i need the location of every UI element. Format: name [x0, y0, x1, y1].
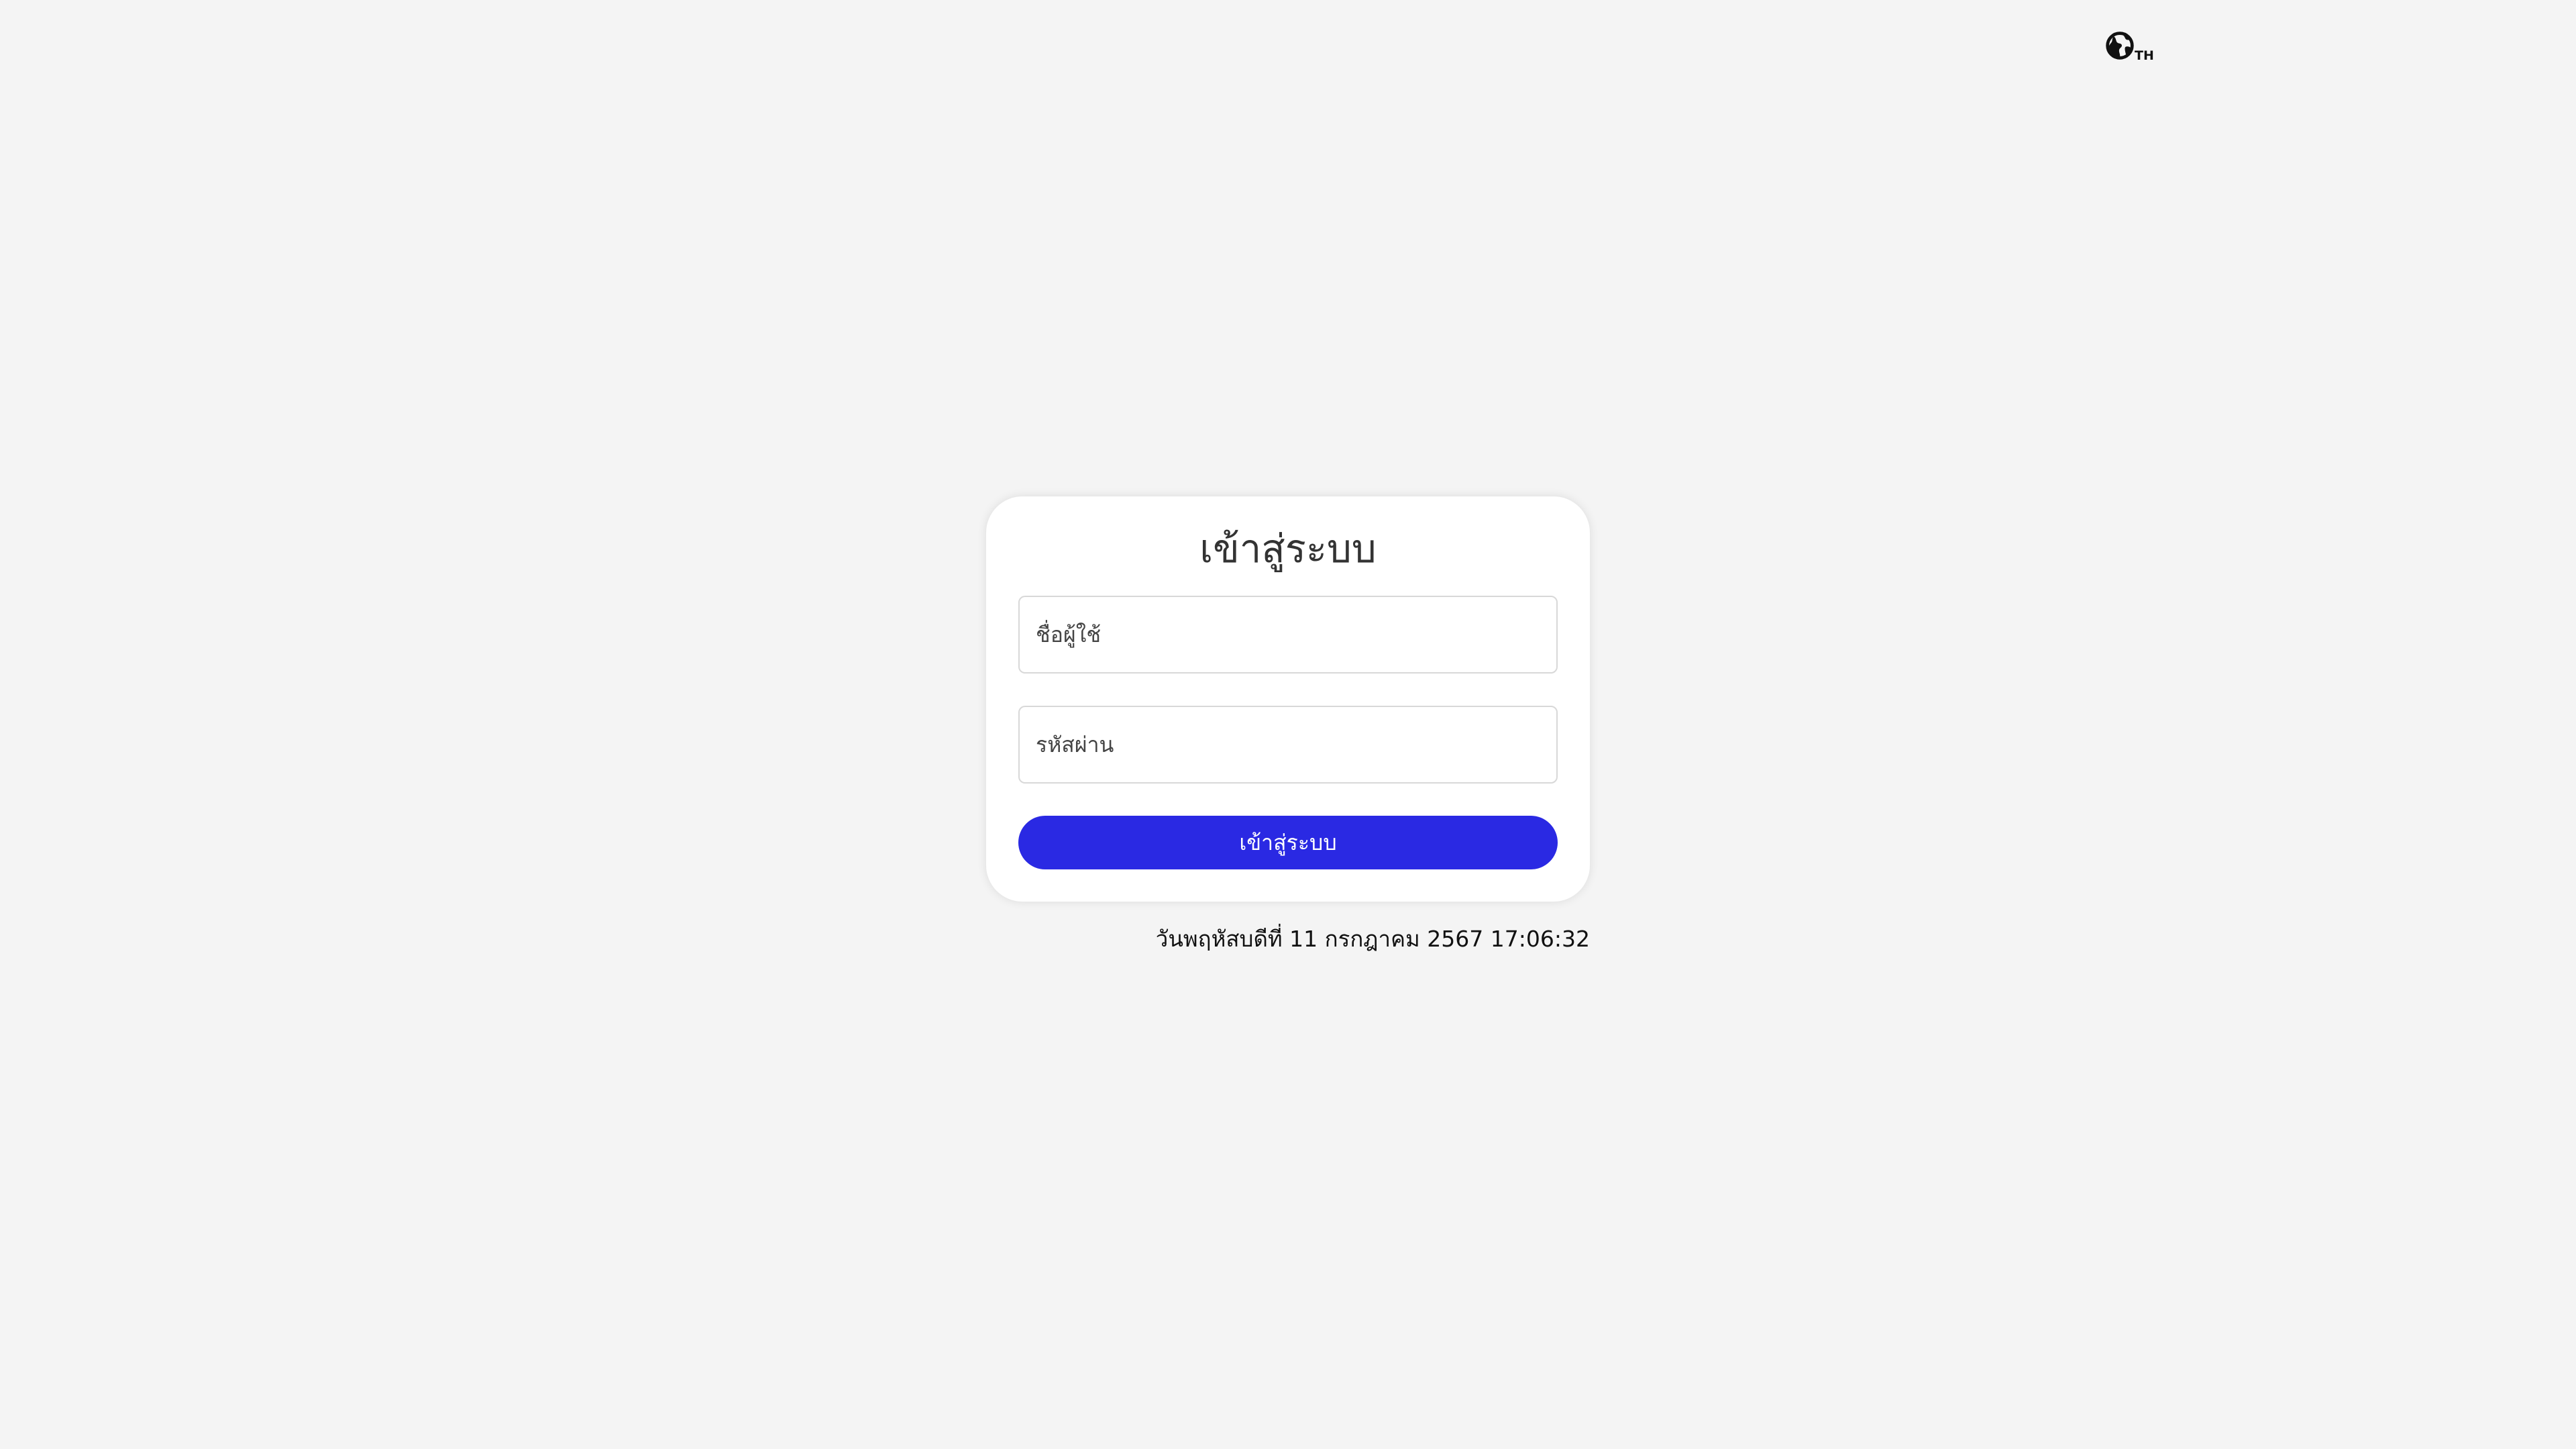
login-button[interactable]: เข้าสู่ระบบ	[1018, 816, 1558, 869]
current-datetime: วันพฤหัสบดีที่ 11 กรกฎาคม 2567 17:06:32	[1155, 926, 1590, 952]
login-card: เข้าสู่ระบบ เข้าสู่ระบบ	[986, 496, 1590, 902]
username-input[interactable]	[1018, 596, 1558, 674]
globe-icon	[2106, 32, 2134, 60]
password-input[interactable]	[1018, 706, 1558, 784]
language-code: TH	[2135, 48, 2154, 63]
login-title: เข้าสู่ระบบ	[1199, 526, 1377, 572]
language-switcher[interactable]: TH	[2105, 31, 2156, 66]
